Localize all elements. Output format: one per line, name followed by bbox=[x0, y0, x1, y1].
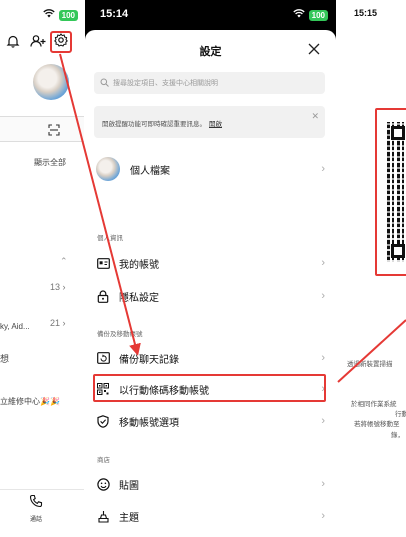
search-icon bbox=[100, 74, 109, 92]
menu-label: 隱私設定 bbox=[119, 292, 159, 304]
section-header-backup: 備份及移動帳號 bbox=[97, 331, 143, 338]
settings-search-input[interactable]: 搜尋設定項目、支援中心相關說明 bbox=[94, 72, 325, 94]
chat-preview-text-2: 想 bbox=[0, 354, 10, 364]
tab-calls-label: 通話 bbox=[29, 517, 42, 523]
menu-label: 貼圖 bbox=[119, 480, 139, 492]
chevron-right-icon: › bbox=[321, 257, 325, 269]
instruction-line-1: 透過新裝置掃描 bbox=[347, 361, 393, 368]
menu-item-themes[interactable]: 主題 › bbox=[94, 504, 325, 528]
battery-indicator: 100 bbox=[58, 9, 78, 21]
id-card-icon bbox=[96, 256, 110, 270]
settings-screen-panel: 15:14 100 設定 搜尋設定項目、支援中心相關說明 開啟提醒功能可即時確認… bbox=[85, 0, 336, 537]
lock-icon bbox=[96, 289, 110, 303]
menu-label: 主題 bbox=[119, 512, 139, 524]
chat-preview-text-3: 立維修中心🎉🎉 bbox=[0, 397, 60, 406]
menu-item-privacy[interactable]: 隱私設定 › bbox=[94, 284, 325, 308]
status-time: 15:15 bbox=[354, 8, 378, 18]
settings-sheet: 設定 搜尋設定項目、支援中心相關說明 開啟提醒功能可即時確認重要訊息。 開啟 ✕ … bbox=[85, 30, 336, 537]
tab-calls[interactable]: 通話 bbox=[24, 494, 48, 523]
count-21: 21 › bbox=[50, 318, 66, 328]
smiley-icon bbox=[96, 477, 110, 491]
profile-row[interactable]: 個人檔案 › bbox=[94, 152, 325, 186]
notification-banner: 開啟提醒功能可即時確認重要訊息。 開啟 ✕ bbox=[94, 106, 325, 138]
menu-item-my-account[interactable]: 我的帳號 › bbox=[94, 251, 325, 275]
chevron-right-icon: › bbox=[321, 510, 325, 522]
menu-item-backup-chats[interactable]: 備份聊天記錄 › bbox=[94, 346, 325, 370]
highlight-box-qr-code bbox=[375, 108, 406, 276]
qr-scan-icon[interactable] bbox=[48, 123, 60, 141]
qr-code-screen-panel: 15:15 透過新裝置掃描 於相同作業系統 行動 若將帳號移動至 錄， bbox=[337, 0, 406, 537]
settings-gear-button[interactable] bbox=[50, 31, 72, 53]
home-header-icons bbox=[6, 34, 46, 50]
instruction-line-5: 錄， bbox=[391, 432, 404, 439]
brush-icon bbox=[96, 509, 110, 523]
status-bar: 15:14 100 bbox=[85, 0, 336, 26]
chat-preview-text: ky, Aid... bbox=[0, 322, 30, 331]
section-header-personal: 個人資訊 bbox=[97, 235, 123, 242]
menu-label: 移動帳號選項 bbox=[119, 417, 179, 429]
menu-item-transfer-options[interactable]: 移動帳號選項 › bbox=[94, 409, 325, 433]
wifi-icon bbox=[42, 9, 55, 21]
add-friend-icon[interactable] bbox=[30, 34, 46, 50]
phone-icon bbox=[29, 494, 43, 512]
status-time: 15:14 bbox=[100, 8, 129, 20]
search-placeholder: 搜尋設定項目、支援中心相關說明 bbox=[113, 80, 218, 87]
chevron-right-icon: › bbox=[321, 290, 325, 302]
backup-icon bbox=[96, 351, 110, 365]
notice-text: 開啟提醒功能可即時確認重要訊息。 開啟 bbox=[102, 121, 222, 128]
chevron-right-icon: › bbox=[321, 163, 325, 175]
instruction-line-3: 行動 bbox=[395, 411, 406, 418]
battery-indicator: 100 bbox=[308, 9, 328, 21]
wifi-icon bbox=[292, 9, 305, 21]
bell-icon[interactable] bbox=[6, 34, 22, 50]
search-bar-fragment[interactable] bbox=[0, 116, 84, 142]
notice-enable-link[interactable]: 開啟 bbox=[209, 121, 222, 128]
menu-label: 我的帳號 bbox=[119, 259, 159, 271]
shield-icon bbox=[96, 414, 110, 428]
notice-close-icon[interactable]: ✕ bbox=[311, 111, 319, 122]
profile-avatar[interactable] bbox=[33, 64, 69, 100]
count-13: 13 › bbox=[50, 282, 66, 292]
gear-icon bbox=[54, 32, 68, 52]
menu-item-stickers[interactable]: 貼圖 › bbox=[94, 472, 325, 496]
section-header-shop: 商店 bbox=[97, 457, 110, 464]
menu-label: 備份聊天記錄 bbox=[119, 354, 179, 366]
previous-screen-panel: 100 顯示全部 ⌃ 13 › ky, Aid... 21 › 想 立維修中心🎉… bbox=[0, 0, 84, 537]
instruction-line-2: 於相同作業系統 bbox=[351, 401, 397, 408]
close-icon[interactable] bbox=[308, 42, 322, 56]
bottom-tab-bar: 通話 bbox=[0, 489, 84, 537]
status-bar-icons: 100 bbox=[42, 9, 78, 21]
chevron-right-icon: › bbox=[321, 415, 325, 427]
page-title: 設定 bbox=[199, 46, 222, 58]
instruction-line-4: 若將帳號移動至 bbox=[354, 421, 400, 428]
profile-label: 個人檔案 bbox=[130, 165, 170, 177]
chevron-right-icon: › bbox=[321, 478, 325, 490]
highlight-box-qr-transfer bbox=[93, 374, 326, 402]
chevron-right-icon: › bbox=[321, 352, 325, 364]
chevron-up-icon[interactable]: ⌃ bbox=[60, 256, 68, 267]
show-all-link[interactable]: 顯示全部 bbox=[34, 157, 66, 168]
avatar bbox=[96, 157, 120, 181]
